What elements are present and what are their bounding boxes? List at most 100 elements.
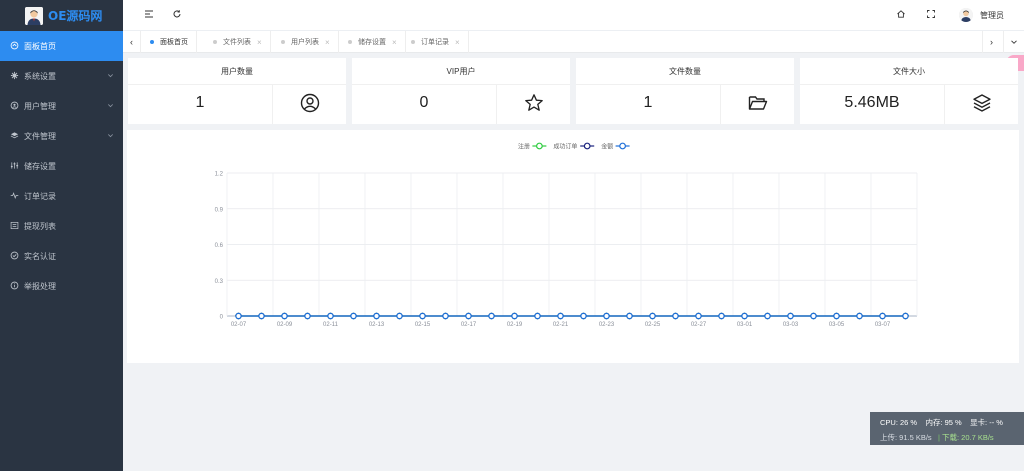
data-point [396,312,403,320]
tab-0[interactable]: 面板首页 [142,31,197,53]
data-point [281,312,288,320]
sidebar-item-label: 系统设置 [24,71,56,81]
sidebar-item-label: 提现列表 [24,221,56,231]
stat-card-value: 0 [419,94,429,111]
user-menu[interactable]: 管理员 [959,8,1004,22]
tabs-scroll-left-icon[interactable]: ‹ [123,31,141,53]
x-tick-label: 02-23 [599,322,615,328]
sidebar-item-5[interactable]: 订单记录 [0,181,123,211]
x-tick-label: 02-15 [415,322,431,328]
x-tick-label: 03-03 [783,322,799,328]
tab-3[interactable]: 储存设置 × [340,31,406,53]
logo-avatar-icon [25,6,43,25]
brand-name: OE源码网 [48,9,103,23]
system-monitor: CPU: 26 % 内存: 95 % 显卡: -- % 上传: 91.5 KB/… [870,412,1024,445]
x-tick-label: 02-11 [323,322,339,328]
sidebar-item-4[interactable]: 储存设置 [0,151,123,181]
stat-card: 文件数量 1 [576,58,794,124]
star-icon [497,92,570,114]
tab-dot-icon [281,40,285,44]
data-point [327,312,334,320]
legend-swatch [619,142,627,150]
stat-card-title: 文件大小 [893,67,925,76]
refresh-icon[interactable] [172,9,182,22]
close-icon[interactable]: × [257,38,262,47]
data-point [902,312,909,320]
sidebar-item-label: 实名认证 [24,251,56,261]
sidebar-item-0[interactable]: 面板首页 [0,31,123,61]
stat-card-title: 用户数量 [221,67,253,76]
data-point [672,312,679,320]
data-point [350,312,357,320]
sidebar-item-label: 订单记录 [24,191,56,201]
data-point [557,312,564,320]
sidebar-item-label: 举报处理 [24,281,56,291]
tab-1[interactable]: 文件列表 × [205,31,271,53]
user-name: 管理员 [980,10,1004,20]
line-chart: 0 0.3 0.6 0.9 1.2 02-07 02-09 02-11 02-13 02-15 02… [215,142,918,328]
stat-card: 用户数量 1 [128,58,346,124]
tab-label: 储存设置 [358,39,386,46]
data-point [373,312,380,320]
sidebar: OE源码网 面板首页系统设置用户管理文件管理储存设置订单记录提现列表实名认证举报… [0,0,123,471]
home-icon[interactable] [896,9,906,22]
y-tick-label: 0 [220,315,224,321]
data-point [856,312,863,320]
x-tick-label: 02-07 [231,322,247,328]
gear-icon [9,71,19,82]
close-icon[interactable]: × [325,38,330,47]
sidebar-item-label: 文件管理 [24,131,56,141]
stat-card-title: VIP用户 [446,67,476,76]
chevron-down-icon [107,102,114,111]
x-tick-label: 03-05 [829,322,845,328]
sidebar-item-8[interactable]: 举报处理 [0,271,123,301]
top-header: 管理员 [123,0,1024,31]
tabs-bar: ‹ 面板首页 文件列表 × 用户列表 × 储存设置 × 订单记录 × › [123,31,1024,53]
data-point [258,312,265,320]
pulse-icon [9,191,19,202]
fullscreen-icon[interactable] [926,9,936,22]
data-point [626,312,633,320]
avatar [959,8,973,22]
tab-label: 订单记录 [421,39,449,46]
sidebar-item-1[interactable]: 系统设置 [0,61,123,91]
tab-label: 文件列表 [223,39,251,46]
data-point [787,312,794,320]
data-point [235,312,242,320]
close-icon[interactable]: × [455,38,460,47]
sidebar-item-7[interactable]: 实名认证 [0,241,123,271]
tab-dot-icon [348,40,352,44]
stat-card-value: 5.46MB [844,94,900,111]
data-point [465,312,472,320]
data-point [695,312,702,320]
list-icon [9,221,19,232]
tabs-dropdown-icon[interactable] [1003,31,1024,53]
cpu-usage: CPU: 26 % [880,418,918,427]
data-point [511,312,518,320]
data-point [419,312,426,320]
menu-toggle-icon[interactable] [144,9,154,22]
folder-open-icon [721,92,794,114]
speed-separator: | [937,433,940,442]
legend-swatch [583,142,591,150]
data-point [304,312,311,320]
data-point [580,312,587,320]
y-tick-label: 1.2 [215,172,224,178]
tabs-scroll-right-icon[interactable]: › [982,31,1000,53]
close-icon[interactable]: × [392,38,397,47]
sidebar-item-6[interactable]: 提现列表 [0,211,123,241]
data-point [534,312,541,320]
y-tick-label: 0.3 [215,279,224,285]
sidebar-item-2[interactable]: 用户管理 [0,91,123,121]
tab-4[interactable]: 订单记录 × [403,31,469,53]
check-shield-icon [9,251,19,262]
logo[interactable]: OE源码网 [0,0,123,31]
x-tick-label: 02-27 [691,322,707,328]
sidebar-item-3[interactable]: 文件管理 [0,121,123,151]
data-point [879,312,886,320]
data-point [741,312,748,320]
legend-label: 金额 [601,143,613,151]
tab-2[interactable]: 用户列表 × [273,31,339,53]
x-tick-label: 02-17 [461,322,477,328]
stack-icon [945,92,1018,114]
